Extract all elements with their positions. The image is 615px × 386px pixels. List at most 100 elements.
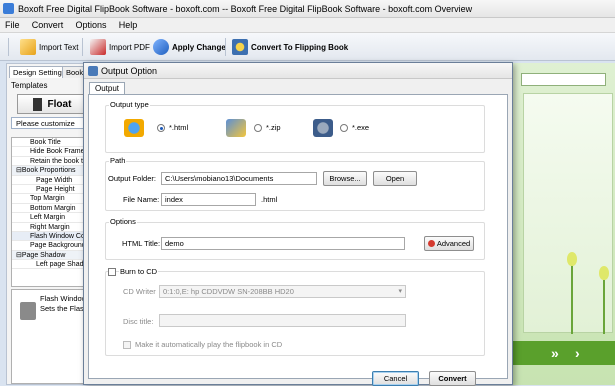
browse-button[interactable]: Browse...: [323, 171, 367, 186]
app-title-bar: Boxoft Free Digital FlipBook Software - …: [0, 0, 615, 18]
exe-application-icon: [313, 119, 333, 137]
preview-page[interactable]: [523, 93, 613, 334]
property-book-title[interactable]: Book Title: [12, 138, 88, 148]
preview-nav-bar: » ›: [513, 341, 615, 365]
property-retain-book[interactable]: Retain the book to: [12, 157, 88, 167]
last-page-icon[interactable]: ›: [575, 345, 580, 361]
apply-change-label: Apply Change: [172, 42, 226, 52]
import-text-label: Import Text: [39, 42, 79, 52]
property-page-background-color[interactable]: Page Background C: [12, 241, 88, 251]
dialog-title-bar[interactable]: Output Option: [84, 63, 512, 79]
cd-writer-value: 0:1:0,E: hp CDDVDW SN-208BB HD20: [163, 287, 294, 296]
path-title: Path: [109, 156, 127, 165]
property-hide-book-frame[interactable]: Hide Book Frame B: [12, 147, 88, 157]
app-title: Boxoft Free Digital FlipBook Software - …: [18, 4, 473, 14]
autoplay-label: Make it automatically play the flipbook …: [135, 340, 283, 349]
template-float-label: Float: [47, 98, 72, 110]
property-group-page-shadow[interactable]: ⊟Page Shadow: [12, 250, 88, 261]
property-left-margin[interactable]: Left Margin: [12, 213, 88, 223]
advanced-button[interactable]: Advanced: [424, 236, 474, 251]
property-bottom-margin[interactable]: Bottom Margin: [12, 204, 88, 214]
html-globe-icon: [124, 119, 144, 137]
app-logo-icon: [3, 3, 14, 14]
convert-flipping-book-button[interactable]: Convert To Flipping Book: [232, 37, 348, 57]
property-hint-box: Flash Window Sets the Flas: [11, 289, 89, 384]
hint-text: Sets the Flas: [40, 304, 84, 313]
design-panel: Design Setting Bookt Templates Float Ple…: [6, 63, 90, 385]
cancel-button[interactable]: Cancel: [372, 371, 419, 386]
property-group-book-proportions[interactable]: ⊟Book Proportions: [12, 166, 88, 176]
apply-change-icon: [153, 39, 169, 55]
template-float-button[interactable]: Float: [17, 94, 87, 114]
cd-writer-select[interactable]: 0:1:0,E: hp CDDVDW SN-208BB HD20 ▾: [159, 285, 406, 298]
templates-label: Templates: [11, 81, 48, 90]
chevron-down-icon: ▾: [398, 288, 402, 295]
advanced-label: Advanced: [436, 239, 471, 248]
property-list: Book Title Hide Book Frame B Retain the …: [11, 137, 89, 287]
apply-change-button[interactable]: Apply Change: [153, 37, 226, 57]
import-pdf-icon: [90, 39, 106, 55]
menu-help[interactable]: Help: [114, 18, 143, 33]
file-name-input[interactable]: index: [161, 193, 256, 206]
import-pdf-label: Import PDF: [109, 42, 150, 52]
exe-radio[interactable]: [340, 124, 348, 132]
zip-archive-icon: [226, 119, 246, 137]
html-title-label: HTML Title:: [122, 239, 161, 248]
file-extension: .html: [261, 195, 278, 204]
import-pdf-button[interactable]: Import PDF: [90, 37, 150, 57]
disc-title-label: Disc title:: [123, 317, 154, 326]
menu-convert[interactable]: Convert: [27, 18, 69, 33]
dialog-app-icon: [88, 66, 98, 76]
property-flash-window-color[interactable]: Flash Window Colo: [12, 231, 88, 242]
toolbar: Import Text Import PDF Apply Change Conv…: [0, 33, 615, 61]
import-text-button[interactable]: Import Text: [20, 37, 78, 57]
tab-design-setting[interactable]: Design Setting: [9, 66, 66, 78]
exe-option-label: *.exe: [352, 123, 370, 132]
flipbook-preview: » ›: [512, 63, 615, 385]
output-folder-label: Output Folder:: [108, 174, 156, 183]
dialog-title: Output Option: [101, 66, 158, 76]
preview-search-field[interactable]: [521, 73, 606, 86]
menu-bar: File Convert Options Help: [0, 18, 615, 33]
next-page-icon[interactable]: »: [551, 345, 559, 361]
zip-option-label: *.zip: [266, 123, 281, 132]
flower-decoration: [567, 252, 577, 266]
book-icon: [32, 97, 42, 111]
output-tab-panel: Output type *.html *.zip *.exe Path Outp…: [88, 94, 508, 379]
gear-icon: [232, 39, 248, 55]
file-name-label: File Name:: [123, 195, 160, 204]
flower-stem: [603, 279, 605, 334]
toolbar-grip: [8, 38, 9, 56]
toolbar-separator: [225, 38, 226, 56]
html-title-input[interactable]: demo: [161, 237, 405, 250]
disc-title-input[interactable]: [159, 314, 406, 327]
hint-title: Flash Window: [40, 294, 88, 303]
convert-button[interactable]: Convert: [429, 371, 476, 386]
output-type-title: Output type: [109, 100, 150, 109]
property-page-width[interactable]: Page Width: [12, 176, 88, 185]
convert-flipping-book-label: Convert To Flipping Book: [251, 42, 349, 52]
property-page-height[interactable]: Page Height: [12, 185, 88, 195]
zip-radio[interactable]: [254, 124, 262, 132]
options-title: Options: [109, 217, 137, 226]
burn-cd-label: Burn to CD: [119, 267, 159, 276]
property-left-page-shadow[interactable]: Left page Shadov: [12, 260, 88, 270]
menu-file[interactable]: File: [0, 18, 25, 33]
customize-field[interactable]: Please customize: [11, 117, 89, 129]
html-radio[interactable]: [157, 124, 165, 132]
database-icon: [20, 302, 36, 320]
autoplay-checkbox[interactable]: [123, 341, 131, 349]
advanced-icon: [427, 240, 435, 247]
cd-writer-label: CD Writer: [123, 287, 156, 296]
property-top-margin[interactable]: Top Margin: [12, 194, 88, 204]
output-folder-input[interactable]: C:\Users\mobiano13\Documents: [161, 172, 317, 185]
burn-cd-checkbox[interactable]: [108, 268, 116, 276]
flower-stem: [571, 264, 573, 334]
flower-decoration: [599, 266, 609, 280]
import-text-icon: [20, 39, 36, 55]
property-right-margin[interactable]: Right Margin: [12, 223, 88, 232]
output-option-dialog: Output Option Output Output type *.html …: [83, 62, 513, 386]
open-button[interactable]: Open: [373, 171, 417, 186]
menu-options[interactable]: Options: [71, 18, 112, 33]
toolbar-separator: [82, 38, 83, 56]
